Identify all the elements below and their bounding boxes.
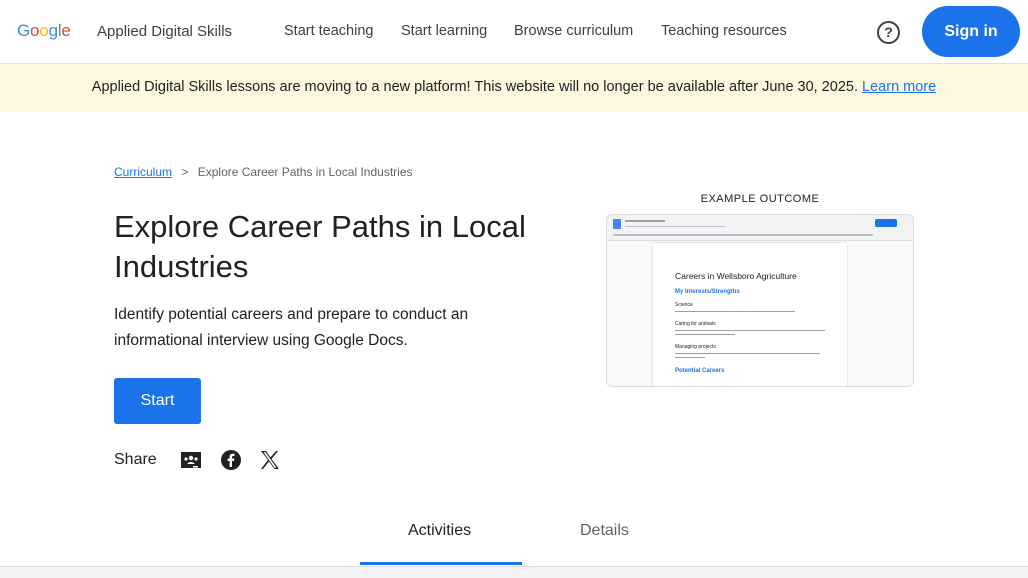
banner-learn-more-link[interactable]: Learn more (862, 79, 936, 95)
example-outcome-preview[interactable]: Careers in Wellsboro Agriculture My Inte… (606, 214, 914, 387)
doc-section-careers: Potential Careers (675, 368, 725, 374)
sign-in-button[interactable]: Sign in (922, 6, 1020, 57)
breadcrumb-separator: > (181, 165, 189, 179)
doc-item-science: Science (675, 302, 693, 308)
x-icon[interactable] (259, 449, 281, 471)
doc-title: Careers in Wellsboro Agriculture (675, 271, 797, 281)
site-header: Google Applied Digital Skills Start teac… (0, 0, 1028, 64)
banner-text: Applied Digital Skills lessons are movin… (91, 79, 859, 95)
doc-item-projects: Managing projects (675, 344, 716, 350)
share-label: Share (114, 451, 157, 468)
start-button[interactable]: Start (114, 378, 201, 424)
lesson-description: Identify potential careers and prepare t… (114, 306, 469, 349)
lesson-tabs: Activities Details (0, 508, 1028, 566)
docs-icon (613, 219, 621, 229)
doc-section-interests: My Interests/Strengths (675, 289, 740, 295)
breadcrumb: Curriculum > Explore Career Paths in Loc… (114, 165, 413, 179)
google-classroom-icon[interactable] (180, 449, 202, 471)
tab-activities[interactable]: Activities (408, 522, 471, 540)
facebook-icon[interactable] (220, 449, 242, 471)
content-area-top (0, 566, 1028, 578)
nav-browse-curriculum[interactable]: Browse curriculum (514, 23, 633, 39)
active-tab-indicator (360, 562, 522, 565)
share-mini-icon (875, 219, 897, 227)
doc-item-animals: Caring for animals (675, 321, 716, 327)
page-title: Explore Career Paths in Local Industries (114, 209, 526, 284)
example-outcome-label: EXAMPLE OUTCOME (700, 193, 820, 205)
nav-start-learning[interactable]: Start learning (401, 23, 487, 39)
breadcrumb-curriculum[interactable]: Curriculum (114, 165, 172, 179)
doc-toolbar (607, 215, 913, 241)
product-name[interactable]: Applied Digital Skills (97, 23, 232, 40)
help-icon[interactable]: ? (877, 21, 900, 44)
announcement-banner: Applied Digital Skills lessons are movin… (0, 64, 1028, 112)
doc-page: Careers in Wellsboro Agriculture My Inte… (653, 243, 847, 386)
google-logo[interactable]: Google (17, 21, 71, 41)
tab-details[interactable]: Details (580, 522, 629, 540)
nav-teaching-resources[interactable]: Teaching resources (661, 23, 787, 39)
breadcrumb-current: Explore Career Paths in Local Industries (197, 165, 413, 179)
nav-start-teaching[interactable]: Start teaching (284, 23, 373, 39)
